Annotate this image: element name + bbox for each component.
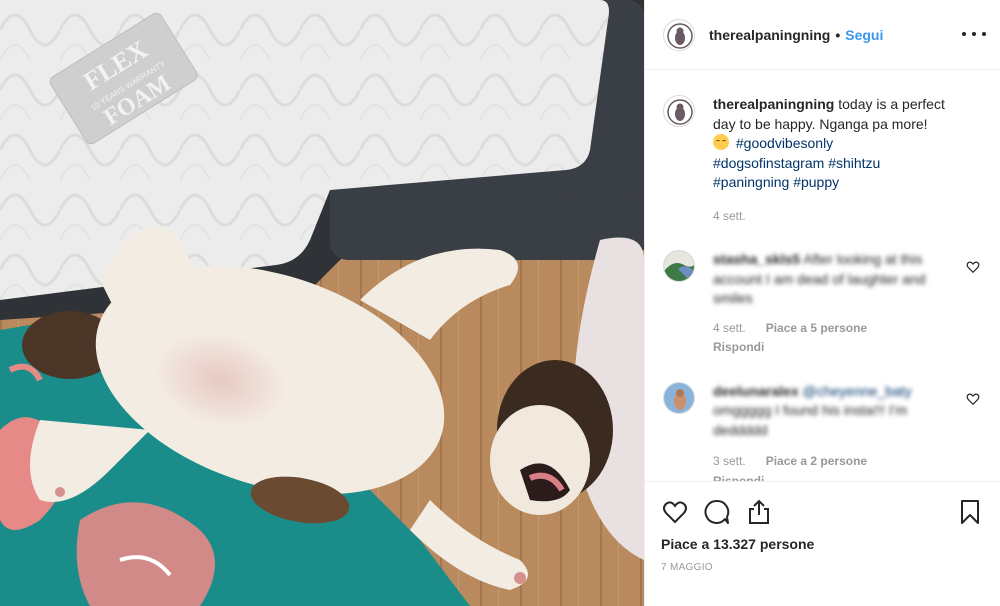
- reply-button[interactable]: Rispondi: [713, 472, 953, 482]
- comment-meta: 3 sett. Piace a 2 persone: [713, 452, 953, 472]
- comment-time[interactable]: 4 sett.: [713, 319, 746, 339]
- post-date[interactable]: 7 maggio: [661, 562, 984, 573]
- comment-body: deelunaralex @cheyenne_baty omggggg I fo…: [713, 382, 953, 482]
- comment-likes[interactable]: Piace a 5 persone: [766, 319, 867, 339]
- separator-dot: •: [835, 26, 841, 43]
- hashtag-dogsofinstagram[interactable]: #dogsofinstagram: [713, 155, 824, 171]
- hashtag-goodvibesonly[interactable]: #goodvibesonly: [736, 135, 833, 151]
- comment-like-heart-icon[interactable]: [966, 260, 980, 274]
- likes-count[interactable]: Piace a 13.327 persone: [661, 536, 984, 552]
- comment-mention[interactable]: @cheyenne_baty: [803, 383, 912, 399]
- caption-avatar[interactable]: [663, 95, 695, 127]
- share-icon[interactable]: [745, 498, 773, 526]
- instagram-post: FLEX 10 YEARS WARRANTY FOAM therealpanin…: [0, 0, 1000, 606]
- comment-likes[interactable]: Piace a 2 persone: [766, 452, 867, 472]
- comment-meta: 4 sett. Piace a 5 persone: [713, 319, 953, 339]
- commenter-username[interactable]: stasha_skls5: [713, 251, 800, 267]
- avatar-logo-icon: [665, 97, 694, 126]
- post-photo[interactable]: FLEX 10 YEARS WARRANTY FOAM: [0, 0, 644, 606]
- comments-list[interactable]: therealpaningning today is a perfect day…: [645, 71, 1000, 481]
- comment-like-heart-icon[interactable]: [966, 392, 980, 406]
- more-options-icon[interactable]: [962, 22, 986, 46]
- caption-username[interactable]: therealpaningning: [713, 96, 834, 112]
- commenter-avatar[interactable]: [663, 250, 695, 282]
- caption-time[interactable]: 4 sett.: [713, 207, 746, 227]
- bookmark-icon[interactable]: [956, 498, 984, 526]
- author-avatar[interactable]: [663, 18, 695, 51]
- avatar-logo-icon: [665, 20, 694, 50]
- hashtag-puppy[interactable]: #puppy: [793, 174, 839, 190]
- post-side-panel: therealpaningning • Segui therealpaningn…: [644, 0, 1000, 606]
- comment-item: stasha_skls5 After looking at this accou…: [663, 250, 982, 358]
- post-header: therealpaningning • Segui: [645, 0, 1000, 70]
- caption-meta: 4 sett.: [713, 207, 953, 227]
- comment-body: stasha_skls5 After looking at this accou…: [713, 250, 953, 358]
- comment-text-blurred: stasha_skls5 After looking at this accou…: [713, 250, 953, 309]
- follow-button[interactable]: Segui: [845, 27, 883, 43]
- heart-icon[interactable]: [661, 498, 689, 526]
- hashtag-shihtzu[interactable]: #shihtzu: [828, 155, 880, 171]
- puppy-photo-illustration: FLEX 10 YEARS WARRANTY FOAM: [0, 0, 644, 606]
- relieved-face-emoji-icon: [713, 134, 729, 150]
- comment-icon[interactable]: [703, 498, 731, 526]
- comment-item: deelunaralex @cheyenne_baty omggggg I fo…: [663, 381, 982, 482]
- comment-text: omggggg I found his insta!!! I'm deddddd: [713, 402, 908, 438]
- avatar-photo-icon: [664, 251, 694, 281]
- hashtag-paningning[interactable]: #paningning: [713, 174, 789, 190]
- author-username[interactable]: therealpaningning: [709, 27, 830, 43]
- commenter-username[interactable]: deelunaralex: [713, 383, 799, 399]
- comment-text-blurred: deelunaralex @cheyenne_baty omggggg I fo…: [713, 382, 953, 441]
- reply-button[interactable]: Rispondi: [713, 338, 953, 358]
- commenter-avatar[interactable]: [663, 381, 695, 414]
- post-actions: Piace a 13.327 persone 7 maggio: [645, 481, 1000, 606]
- caption-body: therealpaningning today is a perfect day…: [713, 95, 953, 226]
- caption: therealpaningning today is a perfect day…: [663, 95, 982, 226]
- comment-time[interactable]: 3 sett.: [713, 452, 746, 472]
- avatar-photo-icon: [664, 382, 694, 413]
- action-icons: [661, 492, 984, 532]
